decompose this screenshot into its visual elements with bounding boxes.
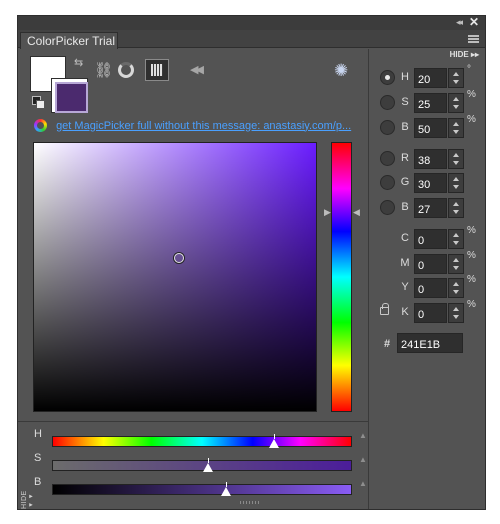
collapse-panel-icon[interactable]: ◂◂	[456, 17, 463, 28]
brightness-slider-thumb[interactable]	[221, 487, 231, 496]
hide-sliders-button[interactable]: HIDE ◂◂	[21, 471, 35, 509]
field-label-h: H	[401, 71, 409, 83]
color-wheel-mode-icon[interactable]	[118, 62, 134, 78]
field-label-y: Y	[401, 281, 409, 293]
swap-colors-icon[interactable]: ⇆	[74, 56, 83, 69]
radio-h[interactable]	[380, 70, 395, 85]
radio-b[interactable]	[380, 120, 395, 135]
hex-label: #	[384, 338, 391, 350]
promo-banner: get MagicPicker full without this messag…	[34, 119, 364, 133]
s-stepper[interactable]	[448, 93, 464, 113]
c-stepper[interactable]	[448, 229, 464, 249]
radio-s[interactable]	[380, 95, 395, 110]
rgb-b-stepper[interactable]	[448, 198, 464, 218]
hue-strip[interactable]	[331, 142, 352, 412]
s-unit: %	[467, 89, 476, 100]
default-colors-icon[interactable]	[32, 96, 45, 109]
y-stepper[interactable]	[448, 278, 464, 298]
link-icon[interactable]: ⛓	[94, 61, 113, 79]
saturation-slider-thumb[interactable]	[203, 463, 213, 472]
field-label-b: B	[401, 121, 409, 133]
s-input[interactable]	[414, 93, 447, 113]
saturation-slider[interactable]	[52, 458, 352, 472]
k-unit: %	[467, 299, 476, 310]
scroll-up-icon[interactable]: ▲	[359, 479, 367, 488]
field-label-g: G	[400, 176, 410, 188]
lock-icon[interactable]	[380, 303, 389, 315]
radio-g[interactable]	[380, 175, 395, 190]
gamut-warning-icon[interactable]: ✺	[334, 61, 348, 81]
picker-cursor[interactable]	[174, 253, 184, 263]
color-library-icon[interactable]	[145, 59, 169, 81]
tab-bar: ColorPicker Trial	[18, 30, 485, 49]
hide-fields-button[interactable]: HIDE ▸▸	[450, 50, 479, 59]
panel-menu-icon[interactable]	[468, 35, 479, 43]
hue-slider-thumb[interactable]	[269, 439, 279, 448]
m-unit: %	[467, 250, 476, 261]
b-stepper[interactable]	[448, 118, 464, 138]
slider-h-label: H	[34, 428, 42, 440]
scroll-up-icon[interactable]: ▲	[359, 431, 367, 440]
slider-s-label: S	[34, 452, 42, 464]
r-input[interactable]	[414, 149, 447, 169]
panel-title-strip: ◂◂ ✕	[18, 15, 485, 30]
h-input[interactable]	[414, 68, 447, 88]
slider-b-label: B	[34, 476, 42, 488]
hue-marker-left-icon[interactable]: ▶	[324, 207, 331, 218]
c-input[interactable]	[414, 229, 447, 249]
scroll-up-icon[interactable]: ▲	[359, 455, 367, 464]
magicpicker-logo-icon	[34, 119, 47, 132]
hue-slider[interactable]	[52, 434, 352, 448]
field-label-c: C	[401, 232, 409, 244]
brightness-slider[interactable]	[52, 482, 352, 496]
g-stepper[interactable]	[448, 173, 464, 193]
resize-grip[interactable]	[240, 501, 260, 504]
y-input[interactable]	[414, 278, 447, 298]
m-input[interactable]	[414, 254, 447, 274]
radio-r[interactable]	[380, 151, 395, 166]
colorpicker-panel: ◂◂ ✕ ColorPicker Trial ⇆ ⛓ ◀◀ ✺ get Magi…	[17, 15, 486, 510]
h-unit: °	[467, 64, 471, 75]
field-label-r: R	[401, 152, 409, 164]
h-stepper[interactable]	[448, 68, 464, 88]
k-stepper[interactable]	[448, 303, 464, 323]
y-unit: %	[467, 274, 476, 285]
field-label-k: K	[401, 306, 409, 318]
column-divider	[368, 49, 369, 509]
rgb-b-input[interactable]	[414, 198, 447, 218]
hue-marker-right-icon[interactable]: ◀	[353, 207, 360, 218]
radio-rgb-b[interactable]	[380, 200, 395, 215]
m-stepper[interactable]	[448, 254, 464, 274]
field-label-s: S	[401, 96, 409, 108]
b-input[interactable]	[414, 118, 447, 138]
b-unit: %	[467, 114, 476, 125]
g-input[interactable]	[414, 173, 447, 193]
r-stepper[interactable]	[448, 149, 464, 169]
field-label-rgb-b: B	[401, 201, 409, 213]
slider-section-divider	[18, 421, 368, 422]
c-unit: %	[467, 225, 476, 236]
k-input[interactable]	[414, 303, 447, 323]
history-back-icon[interactable]: ◀◀	[190, 63, 204, 76]
tab-colorpicker-trial[interactable]: ColorPicker Trial	[20, 32, 118, 49]
field-label-m: M	[400, 257, 410, 269]
promo-link[interactable]: get MagicPicker full without this messag…	[56, 120, 351, 132]
close-icon[interactable]: ✕	[469, 15, 479, 29]
background-color-swatch[interactable]	[51, 78, 88, 113]
hex-input[interactable]	[397, 333, 463, 353]
saturation-brightness-field[interactable]	[33, 142, 317, 412]
